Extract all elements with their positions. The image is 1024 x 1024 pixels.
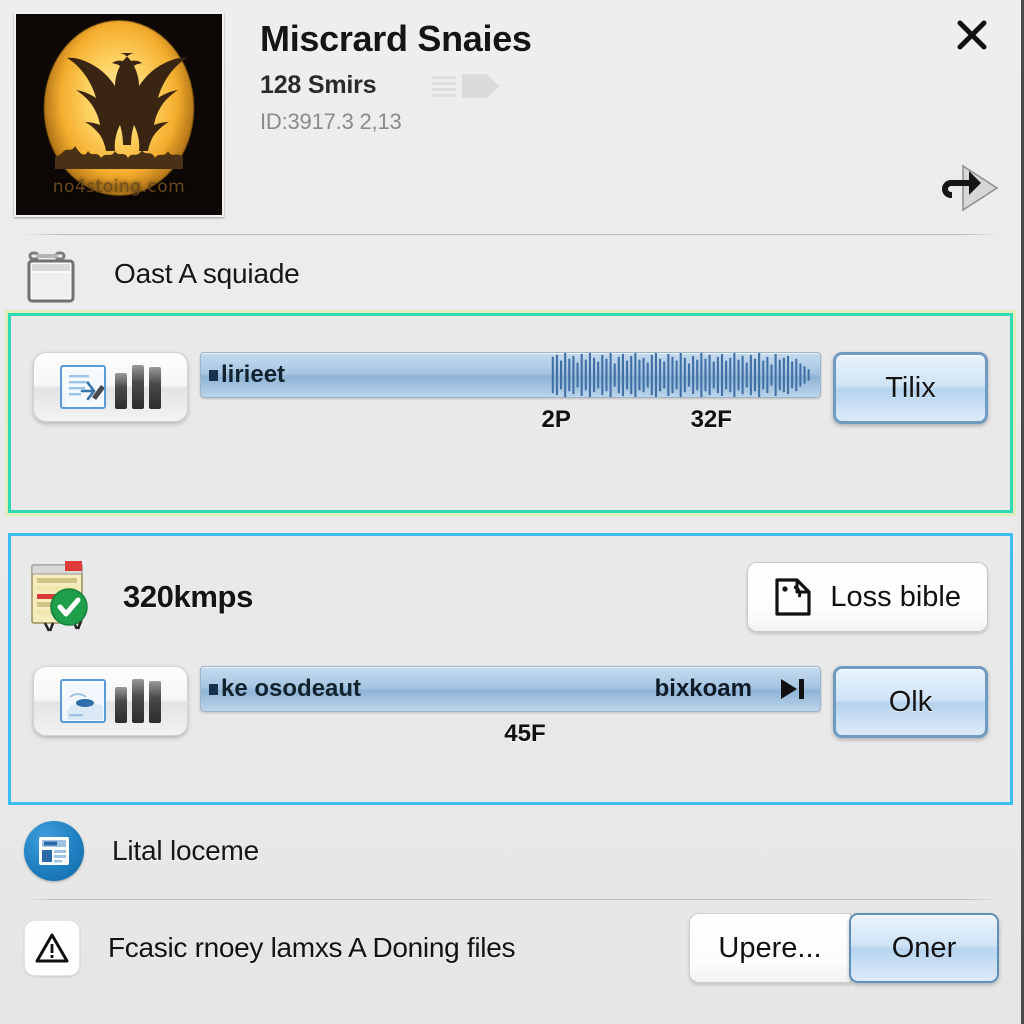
footer-actions: Upere... Oner bbox=[689, 913, 999, 983]
signal-bars-icon bbox=[115, 679, 161, 723]
footer-message: Fcasic rnoey lamxs A Doning files bbox=[108, 932, 516, 963]
footer-row: Fcasic rnoey lamxs A Doning files Upere.… bbox=[0, 900, 1021, 996]
tick-row-1: 2P 32F bbox=[200, 406, 821, 452]
document-chart-icon[interactable] bbox=[33, 352, 188, 422]
tilix-button[interactable]: Tilix bbox=[833, 352, 988, 424]
track-label-right: bixkoam bbox=[654, 675, 752, 702]
thumbnail-brand: no4stoing.com bbox=[52, 177, 186, 197]
section-cast-row[interactable]: Oast A squiade bbox=[0, 235, 1021, 313]
tick-label: 32F bbox=[690, 406, 732, 433]
app-window: no4stoing.com Miscrard Snaies 128 Smirs … bbox=[0, 0, 1024, 1024]
progress-track-1[interactable]: lirieet bbox=[200, 352, 821, 398]
header: no4stoing.com Miscrard Snaies 128 Smirs … bbox=[0, 0, 1021, 230]
track-wrap-2: ke osodeaut bixkoam 45F bbox=[188, 666, 833, 766]
audio-waveform bbox=[551, 353, 810, 397]
image-thumbnail-icon[interactable] bbox=[33, 666, 188, 736]
panel-blue-highlight[interactable]: 320kmps Loss bible ke osodeaut bixkoam 4… bbox=[8, 533, 1013, 805]
signal-bars-icon bbox=[115, 365, 161, 409]
warning-triangle-icon bbox=[24, 920, 80, 976]
rate-label: 320kmps bbox=[123, 579, 253, 614]
info-row[interactable]: Lital loceme bbox=[0, 805, 1021, 897]
skip-next-icon[interactable] bbox=[778, 677, 808, 701]
page-title: Miscrard Snaies bbox=[260, 18, 532, 59]
share-arrow-icon[interactable] bbox=[935, 160, 1001, 216]
oner-button[interactable]: Oner bbox=[849, 913, 999, 983]
app-id-text: ID:3917.3 2,13 bbox=[260, 109, 402, 135]
rate-row: 320kmps Loss bible bbox=[11, 536, 1010, 644]
info-row-label: Lital loceme bbox=[112, 835, 260, 866]
tick-label: 2P bbox=[541, 406, 571, 433]
window-frame-icon bbox=[26, 243, 88, 305]
tick-row-2: 45F bbox=[200, 720, 821, 766]
track-cursor bbox=[209, 683, 218, 695]
certificate-verified-icon bbox=[29, 559, 101, 635]
track-wrap-1: lirieet 2P 32F bbox=[188, 352, 833, 452]
track-label-left: ke osodeaut bbox=[221, 675, 362, 702]
header-text-block: Miscrard Snaies 128 Smirs ID:3917.3 2,13 bbox=[224, 12, 1007, 135]
progress-track-2[interactable]: ke osodeaut bixkoam bbox=[200, 666, 821, 712]
mini-image-icon bbox=[60, 679, 106, 723]
upere-button[interactable]: Upere... bbox=[689, 913, 851, 983]
subtitle-row: 128 Smirs bbox=[260, 71, 1007, 100]
section-cast-label: Oast A squiade bbox=[114, 258, 300, 289]
loss-bible-button[interactable]: Loss bible bbox=[747, 562, 988, 632]
close-icon[interactable] bbox=[951, 14, 993, 56]
mini-document-icon bbox=[60, 365, 106, 409]
app-thumbnail: no4stoing.com bbox=[14, 12, 224, 217]
news-card-icon bbox=[24, 821, 84, 881]
app-subtitle: 128 Smirs bbox=[260, 71, 377, 100]
track-label-left: lirieet bbox=[221, 361, 286, 388]
media-row-1: lirieet 2P 32F Tilix bbox=[11, 316, 1010, 452]
document-placeholder-icon bbox=[432, 73, 501, 98]
tick-label: 45F bbox=[504, 720, 546, 747]
track-cursor bbox=[209, 369, 218, 381]
olk-button[interactable]: Olk bbox=[833, 666, 988, 738]
media-row-2: ke osodeaut bixkoam 45F Olk bbox=[11, 644, 1010, 766]
loss-bible-label: Loss bible bbox=[830, 580, 961, 613]
broken-image-icon bbox=[775, 578, 812, 616]
panel-green-highlight[interactable]: lirieet 2P 32F Tilix bbox=[8, 313, 1013, 513]
grass-silhouette bbox=[55, 146, 183, 169]
